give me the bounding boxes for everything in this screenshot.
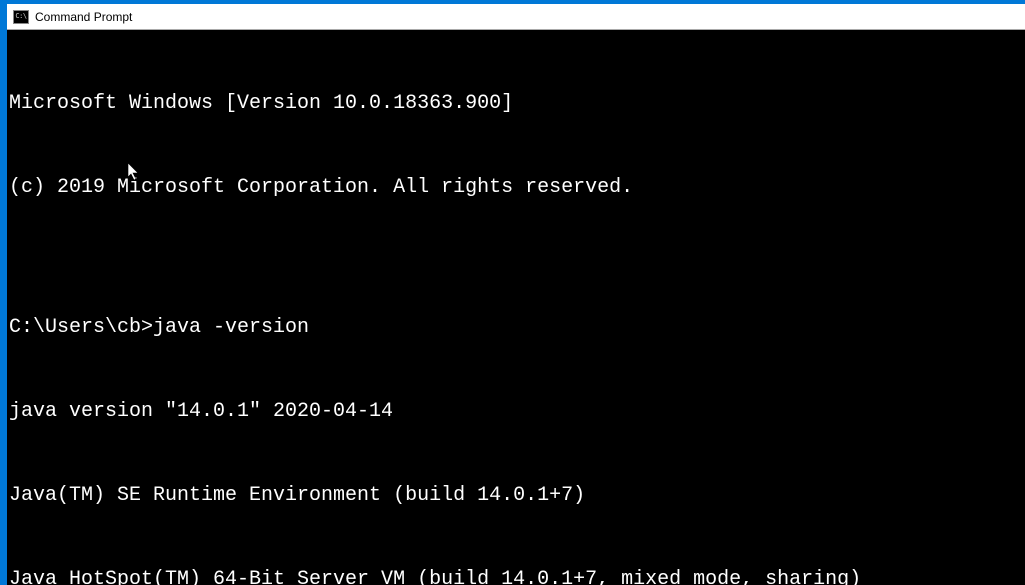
titlebar[interactable]: C:\ Command Prompt <box>7 4 1025 30</box>
terminal-line: Java(TM) SE Runtime Environment (build 1… <box>9 482 1023 510</box>
window-title: Command Prompt <box>35 10 132 24</box>
app-icon-glyph: C:\ <box>15 13 26 20</box>
terminal-output[interactable]: Microsoft Windows [Version 10.0.18363.90… <box>7 30 1025 585</box>
terminal-line: C:\Users\cb>java -version <box>9 314 1023 342</box>
terminal-line: (c) 2019 Microsoft Corporation. All righ… <box>9 174 1023 202</box>
terminal-line: Java HotSpot(TM) 64-Bit Server VM (build… <box>9 566 1023 585</box>
terminal-line: Microsoft Windows [Version 10.0.18363.90… <box>9 90 1023 118</box>
command-prompt-icon: C:\ <box>13 10 29 24</box>
command-prompt-window: C:\ Command Prompt Microsoft Windows [Ve… <box>7 4 1025 585</box>
terminal-line: java version "14.0.1" 2020-04-14 <box>9 398 1023 426</box>
